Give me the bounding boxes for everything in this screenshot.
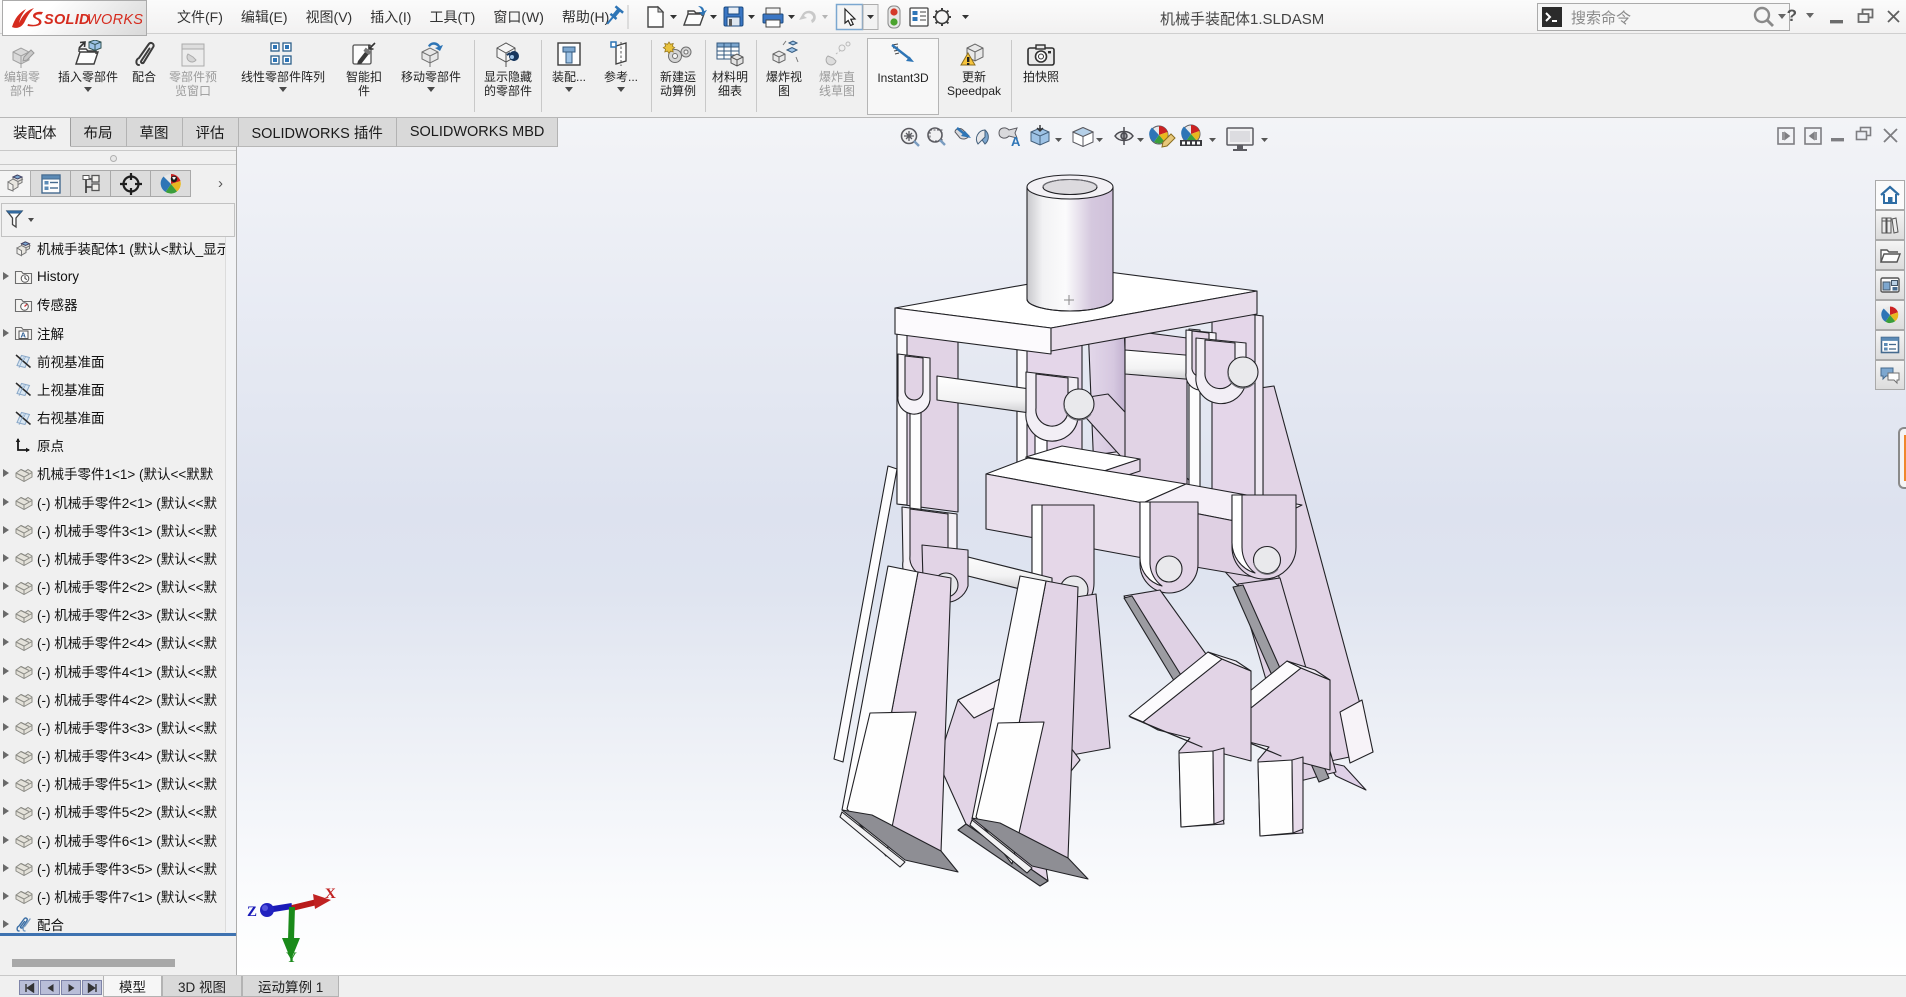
svg-text:Y: Y (286, 950, 297, 964)
svg-text:A: A (21, 331, 27, 340)
svg-text:WORKS: WORKS (87, 12, 143, 28)
svg-text:SOLID: SOLID (44, 12, 90, 28)
svg-text:Z: Z (247, 904, 257, 920)
svg-text:X: X (325, 886, 336, 902)
